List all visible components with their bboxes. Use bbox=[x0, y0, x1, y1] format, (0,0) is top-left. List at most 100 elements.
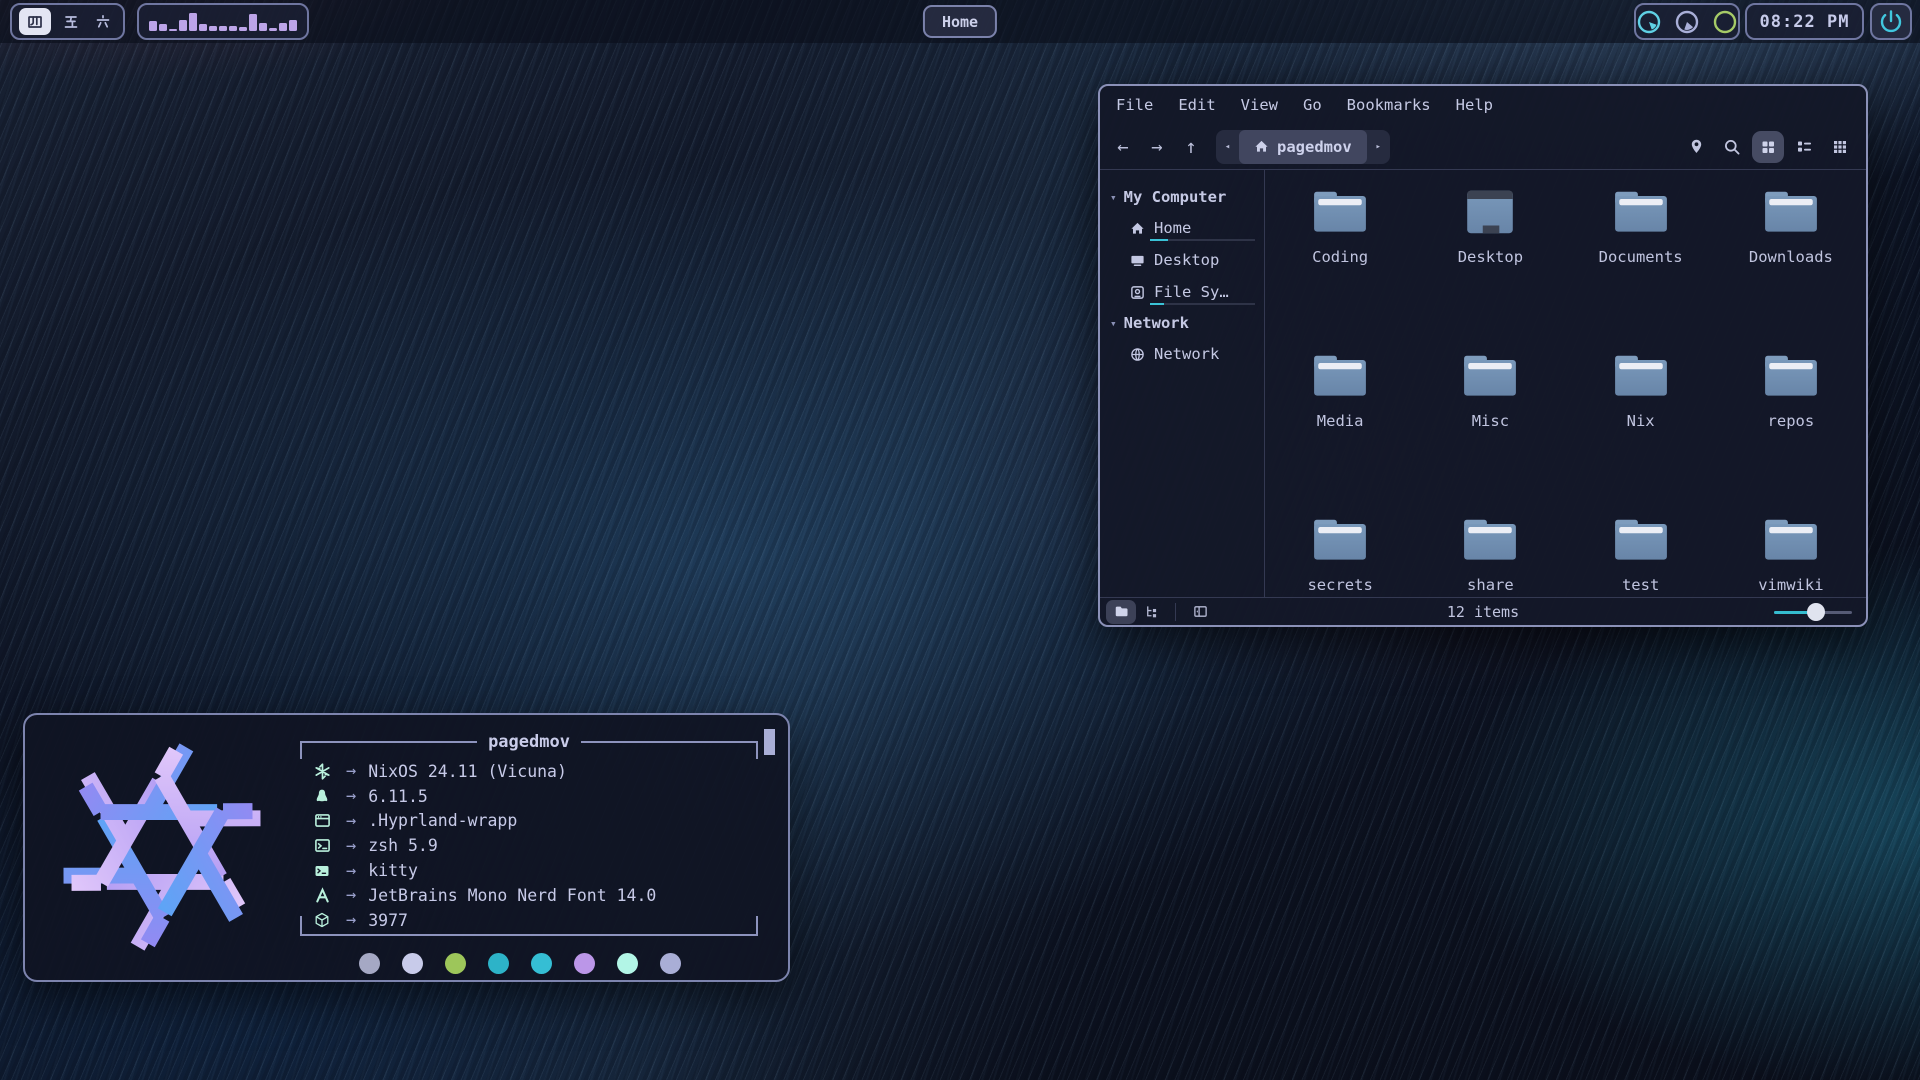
folder-documents[interactable]: Documents bbox=[1566, 188, 1716, 352]
sidebar-item-file-system[interactable]: File Sy… bbox=[1100, 276, 1264, 308]
location-pin-icon bbox=[1688, 138, 1705, 155]
folder-coding[interactable]: Coding bbox=[1265, 188, 1415, 352]
compact-view-button[interactable] bbox=[1788, 131, 1820, 163]
icon-size-slider[interactable] bbox=[1774, 603, 1852, 621]
power-icon bbox=[1878, 9, 1904, 35]
desktop-icon bbox=[1130, 253, 1145, 268]
active-window-title[interactable]: Home bbox=[923, 5, 997, 38]
nixos-icon bbox=[314, 763, 336, 780]
box-corner bbox=[756, 916, 758, 934]
terminal-cursor bbox=[764, 729, 775, 755]
folder-misc[interactable]: Misc bbox=[1415, 352, 1565, 516]
show-tree-button[interactable] bbox=[1136, 600, 1166, 624]
workspace-switcher bbox=[10, 3, 125, 40]
folder-grid: CodingDesktopDocumentsDownloads Media Misc… bbox=[1265, 170, 1866, 597]
sidebar-item-home[interactable]: Home bbox=[1100, 212, 1264, 244]
toggle-side-pane-button[interactable] bbox=[1185, 600, 1215, 624]
menu-edit[interactable]: Edit bbox=[1178, 96, 1215, 114]
memory-usage-ring-icon bbox=[1674, 9, 1700, 35]
folder-nix[interactable]: Nix bbox=[1566, 352, 1716, 516]
directory-tree-icon bbox=[1144, 604, 1159, 619]
folder-label: test bbox=[1622, 576, 1659, 594]
sidebar-item-desktop[interactable]: Desktop bbox=[1100, 244, 1264, 276]
fetch-rows: →NixOS 24.11 (Vicuna)→6.11.5→.Hyprland-w… bbox=[300, 754, 758, 933]
folder-downloads[interactable]: Downloads bbox=[1716, 188, 1866, 352]
fetch-row: →3977 bbox=[314, 908, 758, 933]
terminal-icon bbox=[314, 863, 336, 879]
arrow-icon: → bbox=[346, 885, 356, 905]
folder-icon bbox=[1612, 516, 1670, 564]
path-bar: ◂ pagedmov ▸ bbox=[1216, 130, 1390, 164]
globe-icon bbox=[1130, 347, 1145, 362]
visualizer-bar bbox=[229, 26, 237, 31]
workspace-button-3[interactable] bbox=[91, 8, 116, 35]
icon-view-button[interactable] bbox=[1752, 131, 1784, 163]
thumbnail-view-button[interactable] bbox=[1824, 131, 1856, 163]
sidebar-section-network[interactable]: ▾ Network bbox=[1100, 308, 1264, 338]
home-icon bbox=[1254, 139, 1269, 154]
palette-dot bbox=[617, 953, 638, 974]
folder-label: share bbox=[1467, 576, 1514, 594]
desktop-icon bbox=[1461, 188, 1519, 236]
compact-list-icon bbox=[1796, 138, 1813, 155]
folder-label: Media bbox=[1317, 412, 1364, 430]
visualizer-bar bbox=[239, 27, 247, 31]
palette-dot bbox=[660, 953, 681, 974]
disk-usage-bar bbox=[1150, 303, 1255, 305]
path-segment-home[interactable]: pagedmov bbox=[1239, 130, 1367, 164]
up-arrow-icon: ↑ bbox=[1185, 136, 1196, 158]
location-button[interactable] bbox=[1680, 131, 1712, 163]
terminal-color-palette bbox=[359, 953, 681, 974]
shell-icon bbox=[314, 837, 336, 854]
forward-button[interactable]: → bbox=[1140, 130, 1174, 164]
collapse-triangle-icon: ▾ bbox=[1110, 191, 1117, 204]
back-button[interactable]: ← bbox=[1106, 130, 1140, 164]
search-icon bbox=[1723, 138, 1741, 156]
fetch-row: →6.11.5 bbox=[314, 784, 758, 809]
folder-media[interactable]: Media bbox=[1265, 352, 1415, 516]
visualizer-bar bbox=[259, 23, 267, 31]
status-bar: 12 items bbox=[1100, 597, 1866, 625]
arrow-icon: → bbox=[346, 861, 356, 881]
up-button[interactable]: ↑ bbox=[1174, 130, 1208, 164]
toolbar-view-controls bbox=[1680, 131, 1856, 163]
sidebar-section-my-computer[interactable]: ▾ My Computer bbox=[1100, 182, 1264, 212]
folder-desktop[interactable]: Desktop bbox=[1415, 188, 1565, 352]
path-scroll-left-button[interactable]: ◂ bbox=[1216, 130, 1239, 164]
clock: 08:22 PM bbox=[1745, 3, 1864, 40]
palette-dot bbox=[445, 953, 466, 974]
menu-view[interactable]: View bbox=[1241, 96, 1278, 114]
show-places-button[interactable] bbox=[1106, 600, 1136, 624]
folder-label: Nix bbox=[1627, 412, 1655, 430]
arrow-icon: → bbox=[346, 761, 356, 781]
menu-go[interactable]: Go bbox=[1303, 96, 1322, 114]
arrow-icon: → bbox=[346, 836, 356, 856]
folder-icon bbox=[1762, 352, 1820, 400]
home-icon bbox=[1130, 221, 1145, 236]
back-arrow-icon: ← bbox=[1117, 136, 1128, 158]
folder-icon bbox=[1612, 188, 1670, 236]
fetch-row: →.Hyprland-wrapp bbox=[314, 809, 758, 834]
forward-arrow-icon: → bbox=[1151, 136, 1162, 158]
folder-repos[interactable]: repos bbox=[1716, 352, 1866, 516]
menu-help[interactable]: Help bbox=[1456, 96, 1493, 114]
visualizer-bar bbox=[249, 14, 257, 31]
kernel-icon bbox=[314, 788, 336, 804]
power-button[interactable] bbox=[1870, 3, 1912, 40]
menu-file[interactable]: File bbox=[1116, 96, 1153, 114]
fetch-value: 3977 bbox=[368, 911, 408, 930]
slider-knob[interactable] bbox=[1807, 603, 1825, 621]
box-line bbox=[300, 741, 477, 743]
folder-label: Misc bbox=[1472, 412, 1509, 430]
menu-bookmarks[interactable]: Bookmarks bbox=[1347, 96, 1431, 114]
fetch-hostname: pagedmov bbox=[488, 732, 570, 752]
workspace-button-1[interactable] bbox=[19, 8, 51, 35]
sidebar-item-network[interactable]: Network bbox=[1100, 338, 1264, 370]
font-icon bbox=[314, 887, 336, 904]
visualizer-bar bbox=[279, 23, 287, 31]
path-scroll-right-button[interactable]: ▸ bbox=[1367, 130, 1390, 164]
search-button[interactable] bbox=[1716, 131, 1748, 163]
file-manager-body: ▾ My Computer Home Desktop bbox=[1100, 170, 1866, 597]
workspace-button-2[interactable] bbox=[58, 8, 83, 35]
disk-usage-bar bbox=[1150, 239, 1255, 241]
